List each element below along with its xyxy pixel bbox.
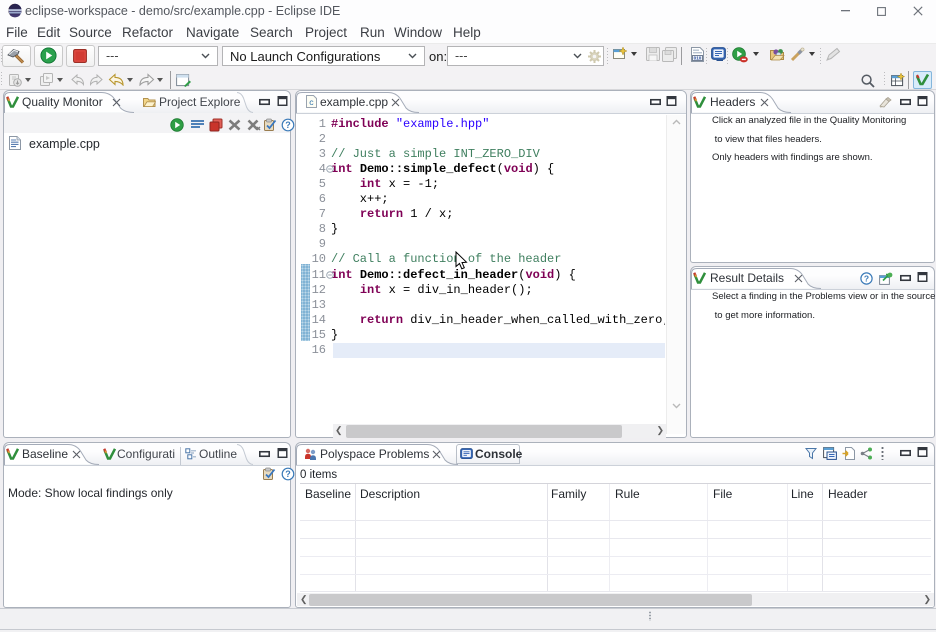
- svg-text:c: c: [309, 99, 314, 108]
- svg-text:010: 010: [694, 56, 702, 61]
- svg-text:?: ?: [864, 274, 869, 284]
- svg-text:?: ?: [285, 120, 291, 130]
- svg-text:?: ?: [285, 469, 291, 479]
